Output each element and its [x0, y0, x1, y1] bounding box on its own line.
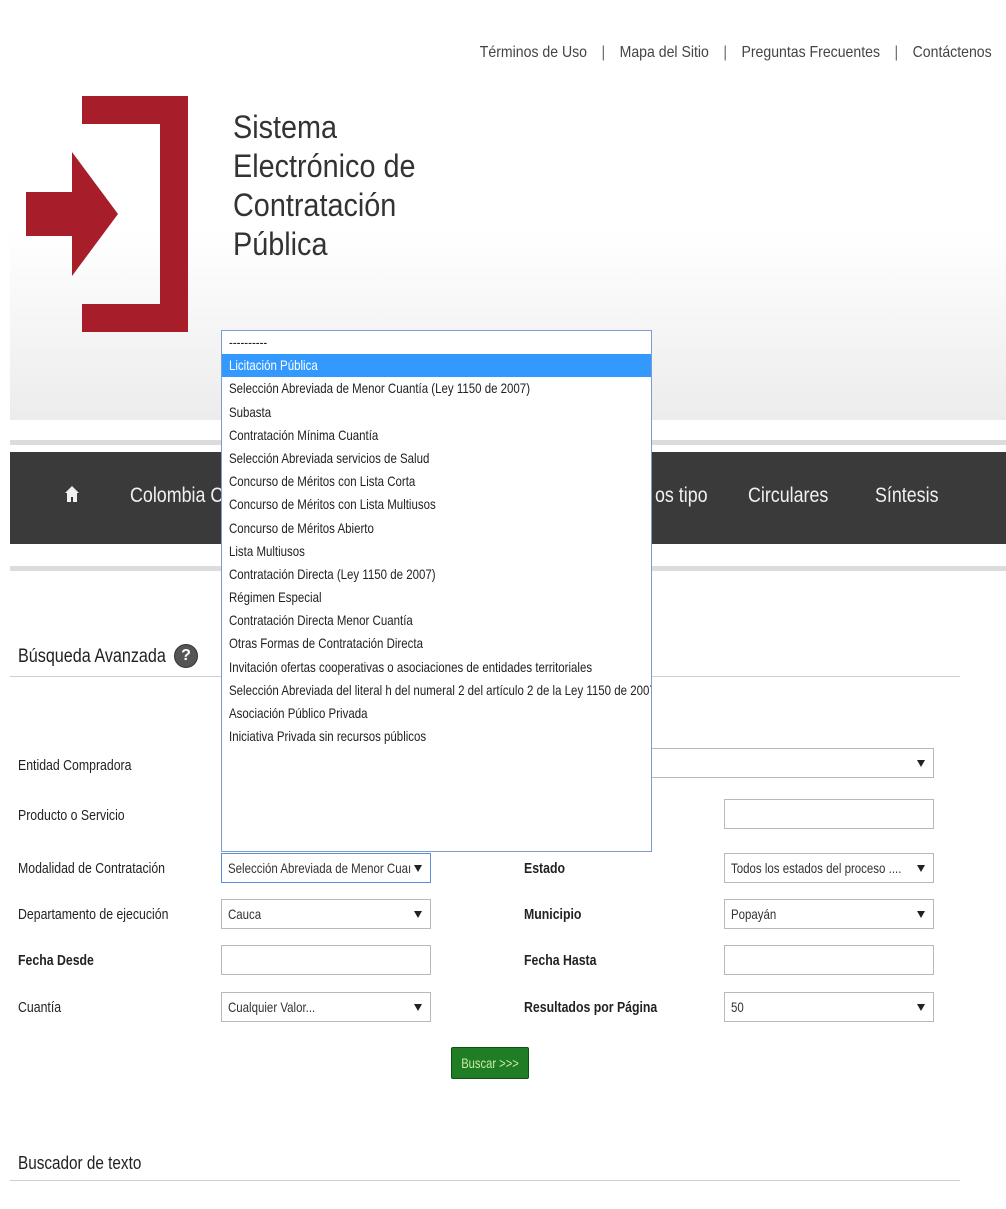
- dropdown-option[interactable]: Selección Abreviada servicios de Salud: [222, 447, 651, 470]
- text-search-title: Buscador de texto: [18, 1153, 142, 1173]
- dropdown-option[interactable]: Concurso de Méritos con Lista Corta: [222, 470, 651, 493]
- top-link-separator: |: [723, 44, 728, 61]
- chevron-down-icon: [414, 911, 422, 918]
- chevron-down-icon: [414, 865, 422, 872]
- dropdown-option[interactable]: Concurso de Méritos con Lista Multiusos: [222, 493, 651, 516]
- faq-link[interactable]: Preguntas Frecuentes: [742, 44, 881, 61]
- modalidad-select[interactable]: Selección Abreviada de Menor Cuaı: [221, 853, 431, 883]
- site-title-line: Electrónico de: [233, 148, 416, 184]
- advanced-search-title: Búsqueda Avanzada: [18, 646, 166, 667]
- site-title-line: Contratación: [233, 187, 397, 223]
- chevron-down-icon: [917, 911, 925, 918]
- departamento-select[interactable]: Cauca: [221, 899, 431, 929]
- dropdown-option[interactable]: Contratación Directa Menor Cuantía: [222, 609, 651, 632]
- resultados-value: 50: [731, 999, 744, 1015]
- search-button-label: Buscar >>>: [461, 1055, 519, 1071]
- chevron-down-icon: [414, 1004, 422, 1011]
- dropdown-option[interactable]: Contratación Directa (Ley 1150 de 2007): [222, 563, 651, 586]
- terms-link[interactable]: Términos de Uso: [480, 44, 587, 61]
- dropdown-option[interactable]: Otras Formas de Contratación Directa: [222, 632, 651, 655]
- fecha-desde-input[interactable]: [221, 945, 431, 975]
- dropdown-option-selected[interactable]: Licitación Pública: [222, 354, 651, 378]
- dropdown-option[interactable]: ----------: [222, 331, 651, 354]
- estado-select[interactable]: Todos los estados del proceso ....: [724, 853, 934, 883]
- cuantia-value: Cualquier Valor...: [228, 999, 316, 1015]
- dropdown-option[interactable]: Invitación ofertas cooperativas o asocia…: [222, 656, 651, 679]
- estado-label: Estado: [524, 860, 566, 877]
- chevron-down-icon: [917, 760, 925, 767]
- municipio-select[interactable]: Popayán: [724, 899, 934, 929]
- fecha-desde-label: Fecha Desde: [18, 952, 94, 969]
- entidad-label: Entidad Compradora: [18, 757, 132, 774]
- contact-link[interactable]: Contáctenos: [913, 44, 992, 61]
- producto-extra-input[interactable]: [724, 799, 934, 829]
- chevron-down-icon: [917, 865, 925, 872]
- modalidad-label: Modalidad de Contratación: [18, 860, 166, 877]
- dropdown-option[interactable]: Selección Abreviada del literal h del nu…: [222, 679, 651, 702]
- cuantia-label: Cuantía: [18, 999, 62, 1016]
- top-link-separator: |: [601, 44, 606, 61]
- resultados-label: Resultados por Página: [524, 999, 658, 1016]
- cuantia-select[interactable]: Cualquier Valor...: [221, 992, 431, 1022]
- modalidad-value: Selección Abreviada de Menor Cuaı: [228, 860, 412, 876]
- modalidad-dropdown-list[interactable]: ---------- Licitación Pública Selección …: [221, 330, 652, 852]
- search-button[interactable]: Buscar >>>: [451, 1047, 529, 1079]
- site-title-line: Pública: [233, 226, 328, 262]
- site-title-line: Sistema: [233, 109, 338, 145]
- help-icon[interactable]: ?: [174, 644, 198, 668]
- municipio-label: Municipio: [524, 906, 582, 923]
- dropdown-option[interactable]: Concurso de Méritos Abierto: [222, 517, 651, 540]
- divider: [10, 1180, 960, 1181]
- dropdown-option[interactable]: Subasta: [222, 401, 651, 424]
- top-link-separator: |: [894, 44, 899, 61]
- departamento-label: Departamento de ejecución: [18, 906, 169, 923]
- dropdown-option[interactable]: Iniciativa Privada sin recursos públicos: [222, 725, 651, 748]
- logo-icon[interactable]: [26, 96, 196, 332]
- nav-item-circulares[interactable]: Circulares: [748, 484, 828, 508]
- dropdown-option[interactable]: Asociación Público Privada: [222, 702, 651, 725]
- departamento-value: Cauca: [228, 906, 262, 922]
- dropdown-option[interactable]: Régimen Especial: [222, 586, 651, 609]
- resultados-select[interactable]: 50: [724, 992, 934, 1022]
- home-icon[interactable]: [65, 486, 79, 502]
- nav-item-sintesis[interactable]: Síntesis: [875, 484, 938, 508]
- site-title: Sistema Electrónico de Contratación Públ…: [233, 108, 416, 264]
- top-links: Términos de Uso | Mapa del Sitio | Pregu…: [480, 44, 992, 62]
- municipio-value: Popayán: [731, 906, 777, 922]
- sitemap-link[interactable]: Mapa del Sitio: [620, 44, 709, 61]
- nav-item-documentos-tipo[interactable]: os tipo: [655, 484, 708, 508]
- dropdown-option[interactable]: Selección Abreviada de Menor Cuantía (Le…: [222, 377, 651, 400]
- fecha-hasta-label: Fecha Hasta: [524, 952, 597, 969]
- fecha-hasta-input[interactable]: [724, 945, 934, 975]
- chevron-down-icon: [917, 1004, 925, 1011]
- producto-label: Producto o Servicio: [18, 807, 125, 824]
- nav-item-colombia[interactable]: Colombia C: [130, 484, 223, 508]
- dropdown-option[interactable]: Lista Multiusos: [222, 540, 651, 563]
- estado-value: Todos los estados del proceso ....: [731, 860, 902, 876]
- dropdown-option[interactable]: Contratación Mínima Cuantía: [222, 424, 651, 447]
